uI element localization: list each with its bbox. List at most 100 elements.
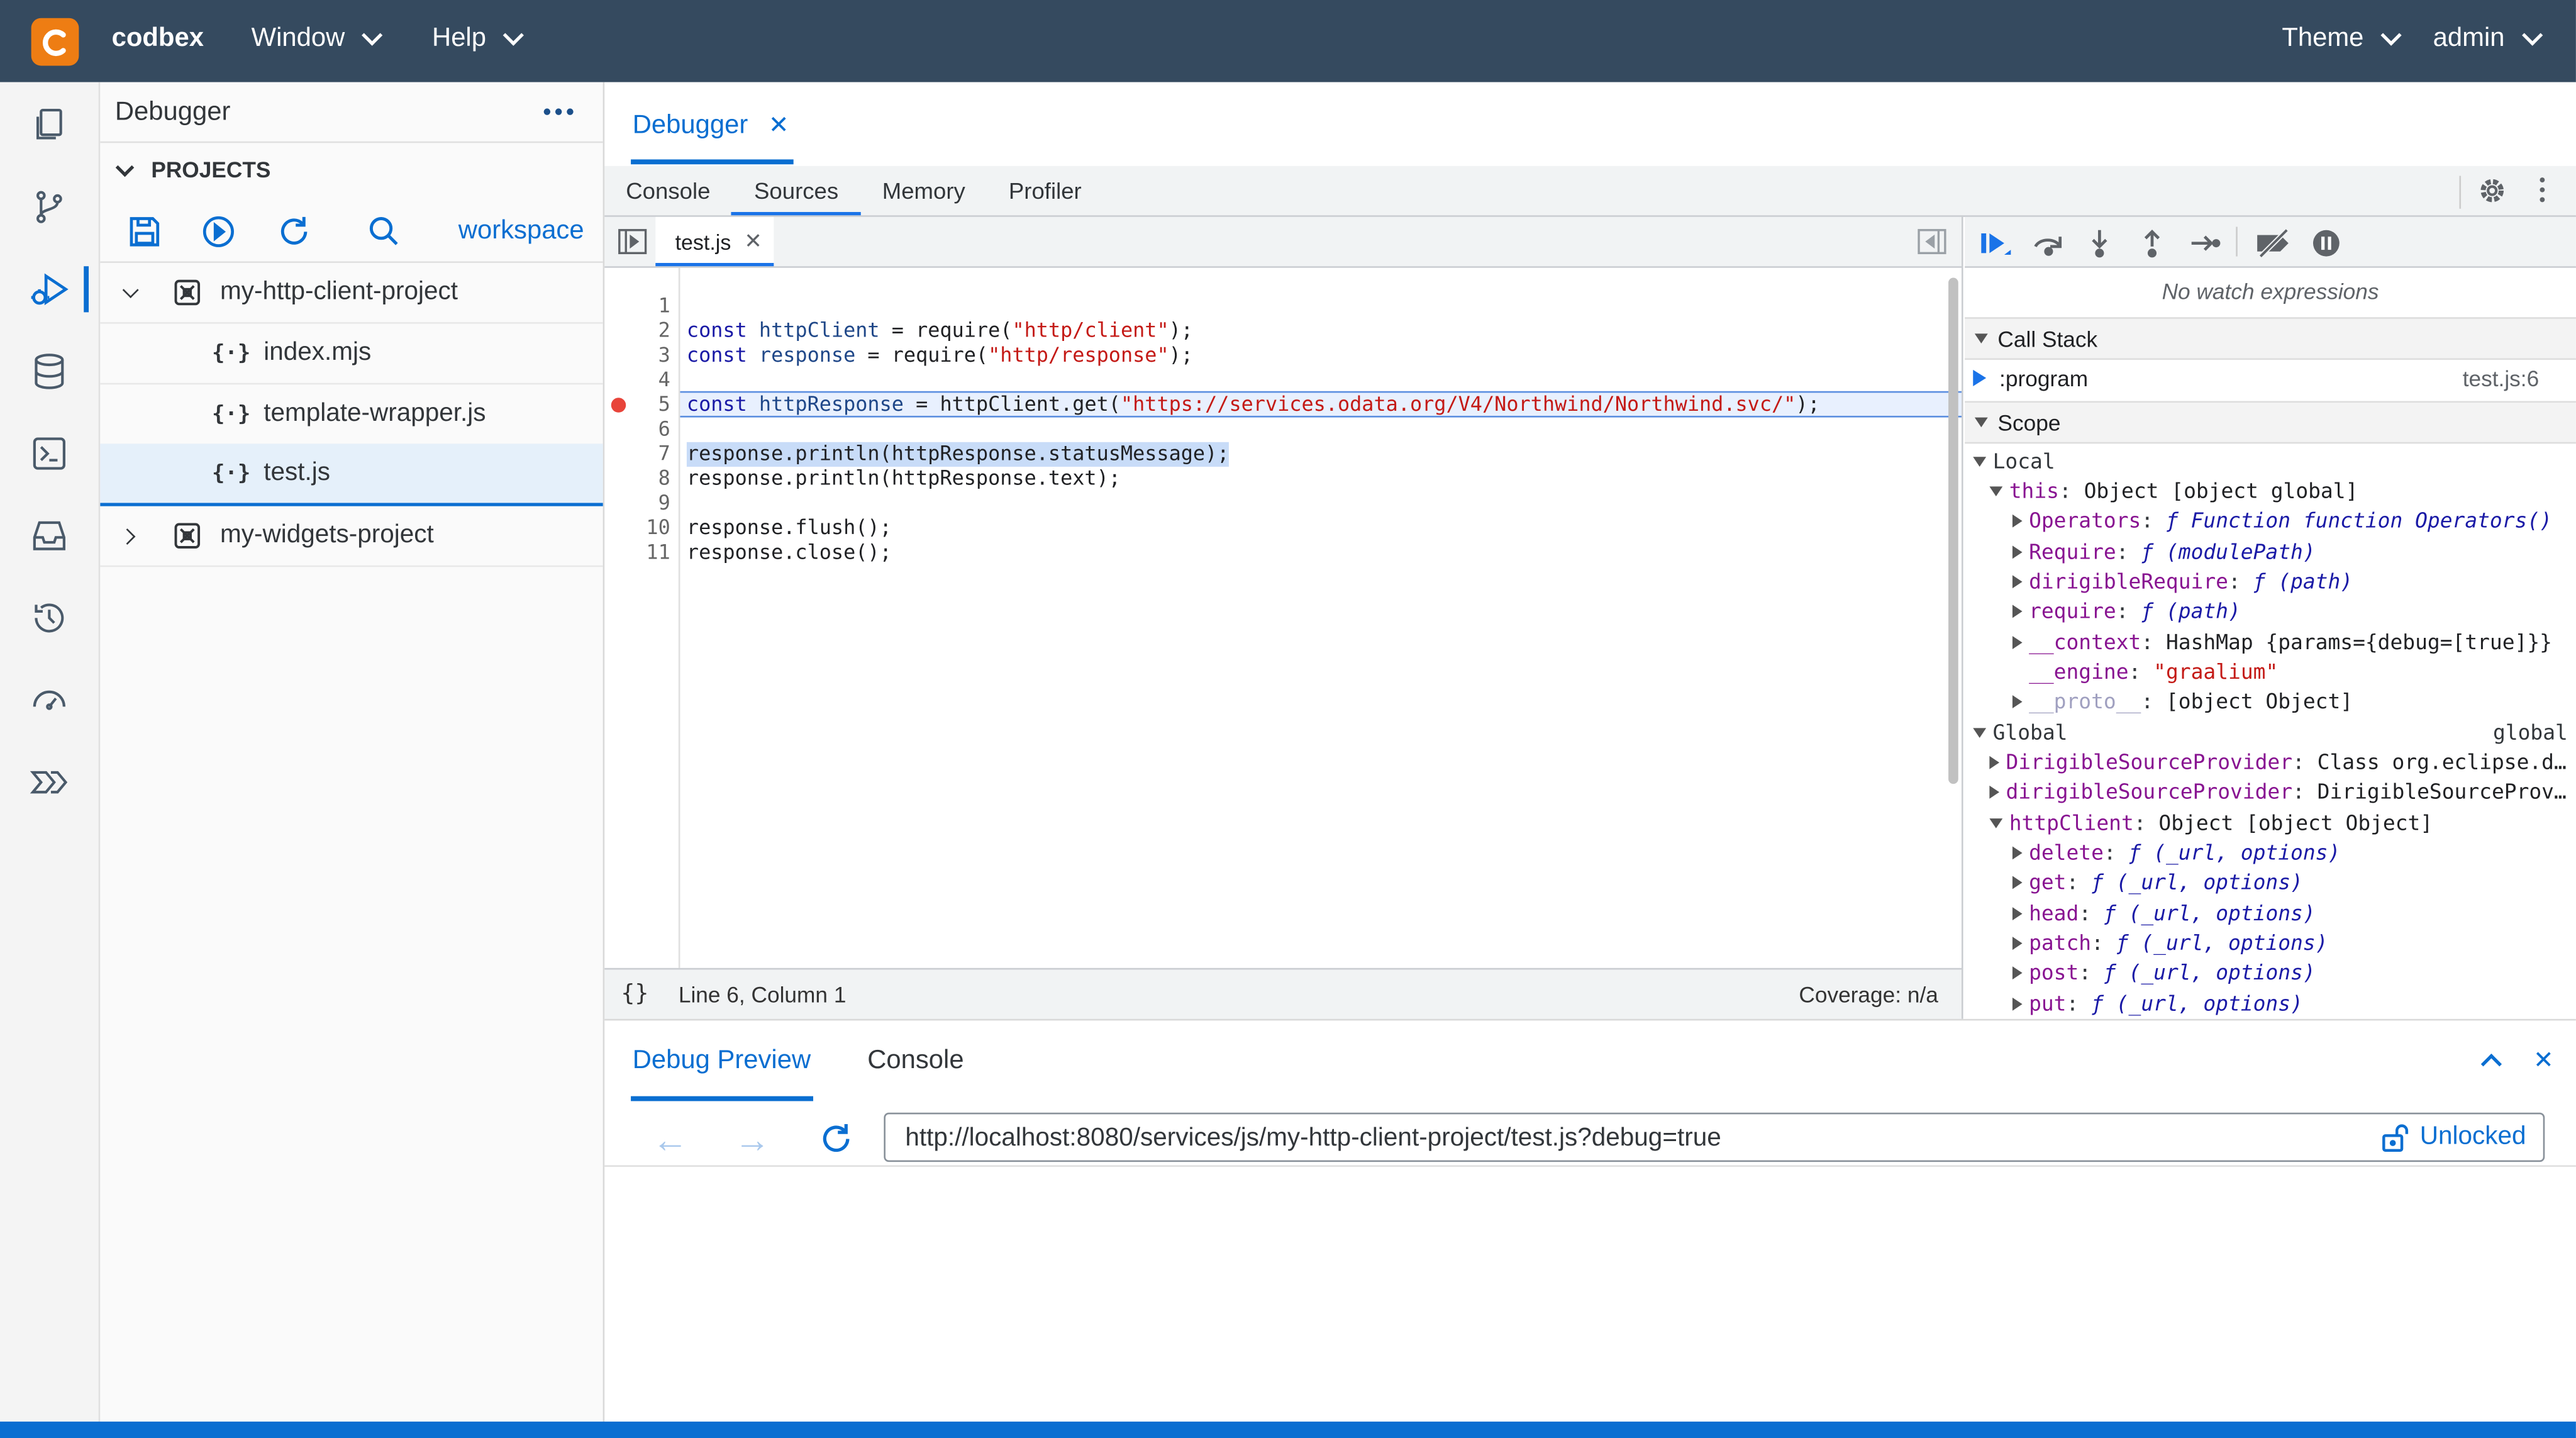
menu-help[interactable]: Help	[432, 25, 524, 54]
tab-debugger[interactable]: Debugger ✕	[633, 110, 789, 142]
step-button[interactable]	[2188, 227, 2221, 268]
scope-entry[interactable]: head: ƒ (_url, options)	[2012, 899, 2316, 928]
triangle-right-icon	[2012, 997, 2023, 1011]
more-options-button[interactable]	[540, 96, 576, 128]
menu-theme[interactable]: Theme	[2282, 25, 2402, 54]
resume-button[interactable]	[1978, 227, 2014, 268]
scope-entry[interactable]: get: ƒ (_url, options)	[2012, 867, 2303, 897]
scope-local[interactable]: Local	[1973, 447, 2055, 477]
scope-entry[interactable]: require: ƒ (path)	[2012, 596, 2241, 626]
menu-window[interactable]: Window	[252, 25, 383, 54]
triangle-down-icon	[1974, 417, 1988, 428]
lock-label: Unlocked	[2419, 1122, 2526, 1151]
scope-entry[interactable]: Operators: ƒ Function function Operators…	[2012, 506, 2552, 536]
chevron-up-icon[interactable]	[2480, 1054, 2502, 1075]
gauge-icon	[33, 690, 65, 710]
url-text: http://localhost:8080/services/js/my-htt…	[905, 1124, 1721, 1152]
user-menu[interactable]: admin	[2433, 25, 2543, 54]
step-into-button[interactable]	[2086, 227, 2112, 268]
history-perspective-button[interactable]	[0, 585, 99, 651]
coverage-status: Coverage: n/a	[1799, 983, 1938, 1008]
save-button[interactable]	[126, 214, 162, 259]
devtools-menu-button[interactable]	[2540, 177, 2545, 203]
toggle-debugger-sidebar-button[interactable]	[1917, 228, 1946, 263]
close-icon[interactable]: ✕	[769, 112, 789, 140]
tab-profiler[interactable]: Profiler	[1009, 177, 1082, 204]
scope-entry[interactable]: DirigibleSourceProvider: Class org.eclip…	[1989, 748, 2567, 778]
pause-on-exceptions-button[interactable]	[2310, 227, 2343, 268]
step-over-button[interactable]	[2031, 227, 2067, 268]
property-name: httpClient	[2009, 810, 2134, 835]
run-button[interactable]	[201, 214, 236, 259]
tab-console-bottom[interactable]: Console	[867, 1047, 963, 1076]
scope-entry[interactable]: dirigibleRequire: ƒ (path)	[2012, 567, 2353, 596]
pane-divider[interactable]	[1961, 216, 1963, 1019]
scope-entry[interactable]: patch: ƒ (_url, options)	[2012, 928, 2328, 958]
back-arrow-icon[interactable]: ←	[652, 1119, 688, 1162]
call-stack-header[interactable]: Call Stack	[1965, 317, 2576, 360]
section-title: Call Stack	[1997, 326, 2098, 351]
tree-item-project[interactable]: my-widgets-project	[100, 506, 603, 567]
editor-status-bar: {} Line 6, Column 1 Coverage: n/a	[604, 967, 1962, 1021]
property-value: DirigibleSourceProv…	[2317, 779, 2567, 804]
tree-item-file-selected[interactable]: {·} test.js	[100, 443, 603, 506]
sidebar-toggle-icon	[618, 229, 647, 255]
tree-item-file[interactable]: {·} template-wrapper.js	[100, 384, 603, 446]
scope-entry[interactable]: Require: ƒ (modulePath)	[2012, 537, 2316, 567]
scope-entry[interactable]: __proto__: [object Object]	[2012, 687, 2353, 716]
code-editor[interactable]: 1 const httpClient = require("http/clien…	[604, 267, 1962, 968]
section-title: Scope	[1997, 410, 2061, 435]
lock-toggle-button[interactable]: Unlocked	[2380, 1122, 2526, 1152]
deactivate-breakpoints-button[interactable]	[2254, 227, 2294, 268]
forward-arrow-icon[interactable]: →	[735, 1119, 770, 1162]
tab-sources[interactable]: Sources	[754, 177, 838, 204]
call-frame-row[interactable]: :program test.js:6	[1965, 360, 2576, 399]
toggle-navigator-button[interactable]	[618, 228, 647, 263]
property-value: ƒ (_url, options)	[2103, 900, 2316, 925]
settings-button[interactable]	[2477, 176, 2507, 214]
scope-entry[interactable]: delete: ƒ (_url, options)	[2012, 838, 2340, 867]
step-out-button[interactable]	[2139, 227, 2165, 268]
scope-entry[interactable]: this: Object [object global]	[1989, 477, 2358, 506]
tab-debug-preview[interactable]: Debug Preview	[633, 1047, 811, 1076]
scope-entry[interactable]: __context: HashMap {params={debug=[true]…	[2012, 628, 2552, 657]
close-icon[interactable]: ✕	[2533, 1045, 2554, 1074]
tab-console[interactable]: Console	[626, 177, 710, 204]
tree-item-file[interactable]: {·} index.mjs	[100, 324, 603, 385]
scrollbar[interactable]	[1948, 277, 1958, 784]
tab-memory[interactable]: Memory	[882, 177, 965, 204]
property-value: ƒ (_url, options)	[2091, 991, 2303, 1016]
scope-global[interactable]: Global global	[1973, 718, 2568, 748]
inbox-perspective-button[interactable]	[0, 503, 99, 569]
debugger-toolbar	[1965, 216, 2576, 268]
process-perspective-button[interactable]	[0, 749, 99, 815]
search-button[interactable]	[367, 214, 402, 259]
status-bar	[0, 1421, 2576, 1438]
dashboard-perspective-button[interactable]	[0, 667, 99, 733]
workspace-selector[interactable]: workspace	[458, 217, 584, 247]
property-value: ƒ (modulePath)	[2141, 538, 2316, 564]
shell-bar: codbex Window Help Theme admin	[0, 0, 2576, 82]
pretty-print-icon[interactable]: {}	[621, 981, 648, 1008]
scope-header[interactable]: Scope	[1965, 401, 2576, 444]
close-icon[interactable]: ✕	[744, 228, 762, 255]
url-input[interactable]: http://localhost:8080/services/js/my-htt…	[884, 1112, 2545, 1162]
codbex-logo-icon[interactable]	[31, 18, 79, 66]
scope-entry[interactable]: dirigibleSourceProvider: DirigibleSource…	[1989, 778, 2567, 807]
terminal-perspective-button[interactable]	[0, 421, 99, 487]
scope-tree[interactable]: Local this: Object [object global] Opera…	[1965, 443, 2576, 1019]
scope-entry[interactable]: post: ƒ (_url, options)	[2012, 958, 2316, 988]
database-perspective-button[interactable]	[0, 338, 99, 404]
git-perspective-button[interactable]	[0, 174, 99, 240]
refresh-button[interactable]	[276, 214, 312, 259]
explorer-perspective-button[interactable]	[0, 92, 99, 158]
divider	[2459, 176, 2462, 209]
scope-entry[interactable]: put: ƒ (_url, options)	[2012, 989, 2303, 1019]
file-tab-test-js[interactable]: test.js ✕	[655, 216, 774, 267]
chevron-down-icon	[2380, 25, 2402, 46]
projects-section-header[interactable]: PROJECTS	[100, 143, 602, 197]
reload-button[interactable]	[818, 1121, 854, 1166]
scope-entry[interactable]: httpClient: Object [object Object]	[1989, 808, 2433, 838]
property-name: __engine	[2029, 659, 2129, 684]
tree-item-project[interactable]: my-http-client-project	[100, 263, 603, 324]
